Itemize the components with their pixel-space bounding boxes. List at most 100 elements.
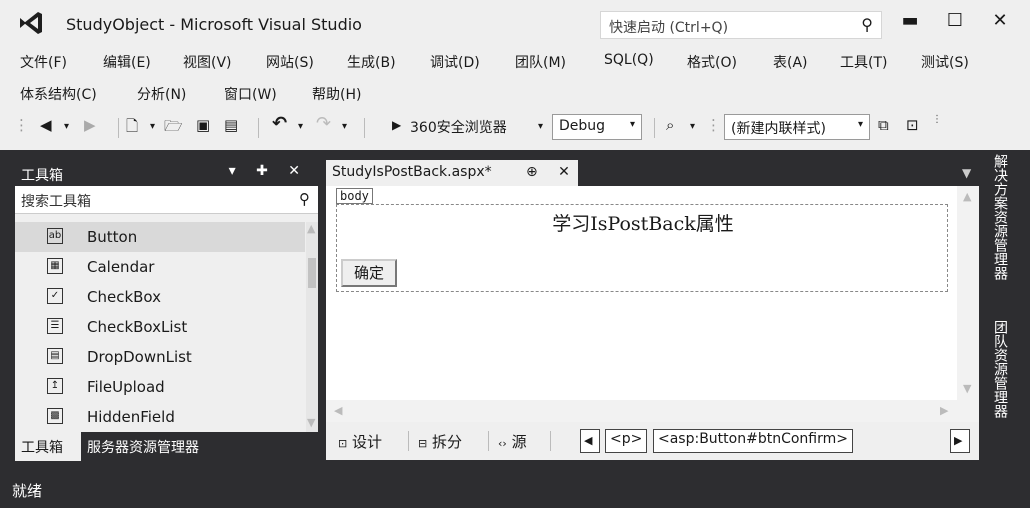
toolbox-window-controls[interactable]: ▾ ✚ ✕ bbox=[229, 163, 308, 179]
browser-dropdown-icon[interactable]: ▾ bbox=[538, 121, 543, 132]
toolbox-tabs: 工具箱 服务器资源管理器 bbox=[15, 432, 318, 461]
button-control-icon: ab bbox=[47, 228, 63, 244]
scroll-down-icon[interactable]: ▼ bbox=[307, 416, 315, 429]
tag-path-p[interactable]: <p> bbox=[605, 429, 648, 453]
menu-team[interactable]: 团队(M) bbox=[515, 52, 566, 72]
scrollbar-thumb[interactable] bbox=[308, 258, 316, 288]
split-icon: ⊟ bbox=[418, 437, 428, 450]
forward-icon[interactable]: ▶ bbox=[84, 116, 96, 134]
open-file-icon[interactable]: 🗁 bbox=[164, 116, 183, 141]
save-icon[interactable]: ▣ bbox=[196, 116, 210, 134]
document-list-dropdown-icon[interactable]: ▼ bbox=[962, 166, 971, 180]
menu-build[interactable]: 生成(B) bbox=[347, 52, 396, 72]
document-tab-controls[interactable]: ⊕ ✕ bbox=[526, 164, 578, 180]
redo-icon[interactable]: ↷ bbox=[316, 113, 331, 134]
tab-team-explorer[interactable]: 团队资源管理器 bbox=[990, 320, 1010, 418]
style-application-icon[interactable]: ⧉ bbox=[878, 116, 889, 134]
target-rule-icon[interactable]: ⊡ bbox=[906, 116, 919, 134]
menu-view[interactable]: 视图(V) bbox=[183, 52, 232, 72]
menu-sql[interactable]: SQL(Q) bbox=[604, 52, 654, 68]
menu-format[interactable]: 格式(O) bbox=[687, 52, 737, 72]
new-project-icon[interactable]: 🗋 bbox=[126, 116, 138, 141]
find-dropdown-icon[interactable]: ▾ bbox=[690, 121, 695, 132]
redo-dropdown-icon[interactable]: ▾ bbox=[342, 121, 347, 132]
toolbox-item-checkbox[interactable]: ✓ CheckBox bbox=[15, 282, 305, 312]
menu-help[interactable]: 帮助(H) bbox=[312, 84, 361, 104]
toolbox-search-input[interactable]: 搜索工具箱 ⚲ bbox=[15, 186, 318, 214]
tab-server-explorer[interactable]: 服务器资源管理器 bbox=[87, 437, 199, 457]
menu-architecture[interactable]: 体系结构(C) bbox=[20, 84, 97, 104]
editor-horizontal-scrollbar[interactable]: ◀ ▶ bbox=[326, 400, 979, 422]
quick-launch-input[interactable]: 快速启动 (Ctrl+Q) ⚲ bbox=[600, 11, 882, 39]
source-icon: ‹› bbox=[498, 437, 507, 450]
scroll-down-icon[interactable]: ▼ bbox=[963, 382, 971, 395]
back-icon[interactable]: ◀ bbox=[40, 116, 52, 134]
toolbox-search-placeholder: 搜索工具箱 bbox=[21, 194, 91, 210]
tab-toolbox[interactable]: 工具箱 bbox=[15, 432, 81, 461]
start-debugging-icon[interactable]: ▶ bbox=[392, 118, 401, 132]
toolbox-item-label: Calendar bbox=[87, 258, 155, 276]
undo-icon[interactable]: ↶ bbox=[272, 113, 287, 134]
minimize-button[interactable]: ▬ bbox=[895, 10, 925, 31]
toolbar-overflow-icon[interactable]: ⋮ bbox=[932, 114, 942, 125]
editor-vertical-scrollbar[interactable]: ▲ ▼ bbox=[957, 186, 979, 400]
viewbar-separator bbox=[408, 431, 409, 451]
toolbox-scrollbar[interactable]: ▲ ▼ bbox=[306, 222, 318, 432]
toolbox-item-button[interactable]: ab Button bbox=[15, 222, 305, 252]
find-icon[interactable]: ⌕ bbox=[666, 116, 674, 134]
menu-table[interactable]: 表(A) bbox=[773, 52, 808, 72]
standard-toolbar: ⋮ ◀ ▾ ▶ 🗋 ▾ 🗁 ▣ ▤ ↶ ▾ ↷ ▾ ▶ 360安全浏览器 ▾ D… bbox=[14, 110, 1014, 144]
solution-configuration-select[interactable]: Debug ▾ bbox=[552, 114, 642, 140]
toolbox-item-label: Button bbox=[87, 228, 138, 246]
search-icon[interactable]: ⚲ bbox=[299, 190, 310, 208]
confirm-button[interactable]: 确定 bbox=[341, 259, 397, 287]
scroll-up-icon[interactable]: ▲ bbox=[963, 190, 971, 203]
menu-file[interactable]: 文件(F) bbox=[20, 52, 67, 72]
design-label: 设计 bbox=[352, 433, 383, 451]
search-icon[interactable]: ⚲ bbox=[861, 15, 873, 34]
menu-tools[interactable]: 工具(T) bbox=[840, 52, 887, 72]
menu-analyze[interactable]: 分析(N) bbox=[137, 84, 186, 104]
menu-debug[interactable]: 调试(D) bbox=[430, 52, 480, 72]
browser-select[interactable]: 360安全浏览器 bbox=[410, 117, 507, 137]
toolbox-item-hiddenfield[interactable]: ▩ HiddenField bbox=[15, 402, 305, 432]
view-bar: ⊡ 设计 ⊟ 拆分 ‹› 源 ◀ <p> <asp:Button#btnConf… bbox=[326, 422, 979, 460]
toolbox-item-checkboxlist[interactable]: ☰ CheckBoxList bbox=[15, 312, 305, 342]
back-dropdown-icon[interactable]: ▾ bbox=[64, 121, 69, 132]
style-value: (新建内联样式) bbox=[731, 121, 826, 137]
save-all-icon[interactable]: ▤ bbox=[224, 116, 238, 134]
scroll-up-icon[interactable]: ▲ bbox=[307, 222, 315, 235]
design-view-button[interactable]: ⊡ 设计 bbox=[338, 431, 382, 452]
menu-edit[interactable]: 编辑(E) bbox=[103, 52, 151, 72]
toolbox-item-label: DropDownList bbox=[87, 348, 192, 366]
toolbox-item-dropdownlist[interactable]: ▤ DropDownList bbox=[15, 342, 305, 372]
tab-solution-explorer[interactable]: 解决方案资源管理器 bbox=[990, 154, 1010, 280]
menu-window[interactable]: 窗口(W) bbox=[224, 84, 277, 104]
close-button[interactable]: ✕ bbox=[985, 10, 1015, 31]
toolbar-separator bbox=[364, 118, 365, 138]
page-heading[interactable]: 学习IsPostBack属性 bbox=[337, 209, 949, 236]
scroll-left-icon[interactable]: ◀ bbox=[334, 404, 342, 417]
scroll-right-icon[interactable]: ▶ bbox=[940, 404, 948, 417]
new-dropdown-icon[interactable]: ▾ bbox=[150, 121, 155, 132]
design-surface[interactable]: body 学习IsPostBack属性 确定 ▲ ▼ ◀ ▶ bbox=[326, 186, 979, 422]
split-view-button[interactable]: ⊟ 拆分 bbox=[418, 431, 462, 452]
style-select[interactable]: (新建内联样式) ▾ bbox=[724, 114, 870, 140]
menu-test[interactable]: 测试(S) bbox=[921, 52, 969, 72]
undo-dropdown-icon[interactable]: ▾ bbox=[298, 121, 303, 132]
path-forward-icon[interactable]: ▶ bbox=[950, 429, 970, 453]
toolbox-item-calendar[interactable]: ▦ Calendar bbox=[15, 252, 305, 282]
toolbox-item-fileupload[interactable]: ↥ FileUpload bbox=[15, 372, 305, 402]
body-tag-label[interactable]: body bbox=[336, 188, 373, 204]
path-back-icon[interactable]: ◀ bbox=[580, 429, 600, 453]
dropdown-list-icon: ▤ bbox=[47, 348, 63, 364]
maximize-button[interactable]: ☐ bbox=[940, 10, 970, 31]
toolbar-grip-icon: ⋮ bbox=[14, 116, 29, 134]
tag-path-button[interactable]: <asp:Button#btnConfirm> bbox=[653, 429, 853, 453]
source-view-button[interactable]: ‹› 源 bbox=[498, 431, 527, 452]
page-body[interactable]: 学习IsPostBack属性 确定 bbox=[336, 204, 948, 292]
document-tab-label: StudyIsPostBack.aspx* bbox=[332, 164, 492, 180]
status-text: 就绪 bbox=[12, 482, 43, 500]
document-tab[interactable]: StudyIsPostBack.aspx* ⊕ ✕ bbox=[326, 160, 578, 186]
menu-website[interactable]: 网站(S) bbox=[266, 52, 314, 72]
